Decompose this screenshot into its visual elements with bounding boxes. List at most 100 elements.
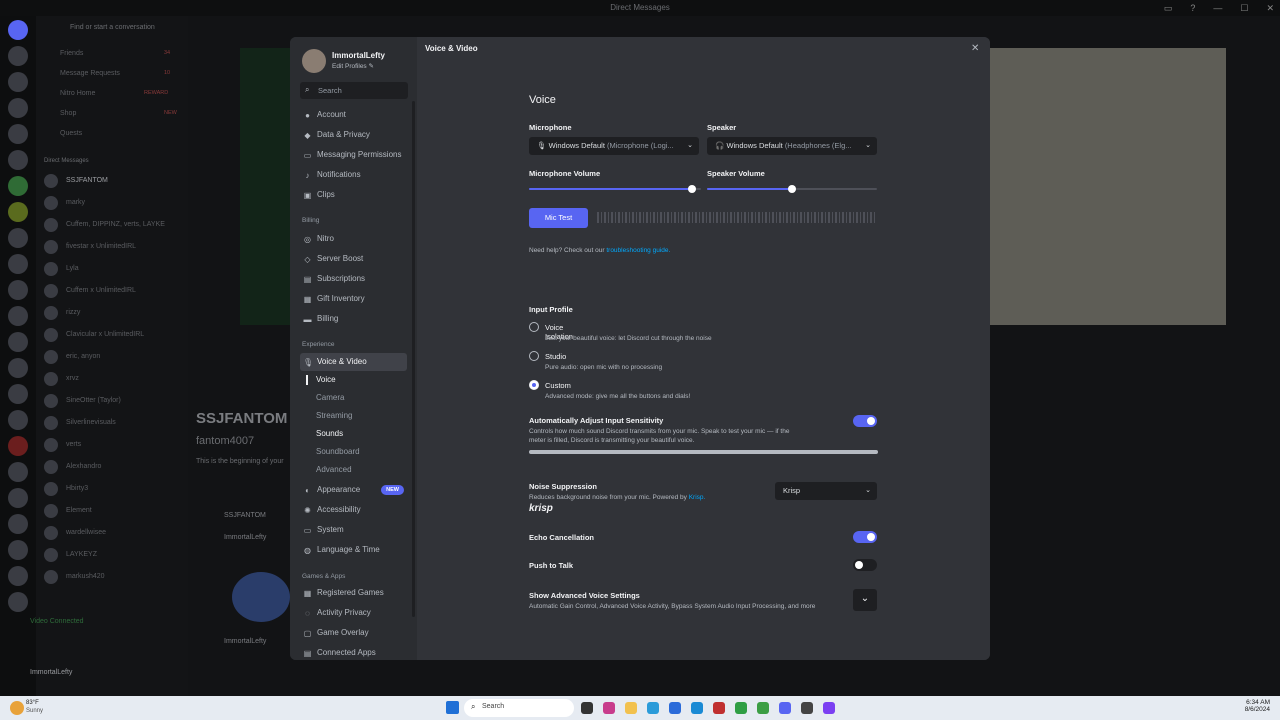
expand-advanced-button[interactable]: ⌄ xyxy=(853,589,877,611)
taskbar-search[interactable]: ⌕ Search xyxy=(464,699,574,717)
dm-list-item[interactable]: xrvz xyxy=(66,375,79,382)
sidebar-item-messaging-permissions[interactable]: ▭ Messaging Permissions xyxy=(302,146,408,164)
server-icon[interactable] xyxy=(8,98,28,118)
dm-list-item[interactable]: Silverlinevisuals xyxy=(66,419,116,426)
server-icon[interactable] xyxy=(8,176,28,196)
start-icon[interactable] xyxy=(446,701,459,714)
server-icon[interactable] xyxy=(8,228,28,248)
server-icon[interactable] xyxy=(8,124,28,144)
help-icon[interactable]: ? xyxy=(1190,0,1195,16)
dm-list-item[interactable]: LAYKEYZ xyxy=(66,551,97,558)
dm-list-item[interactable]: Alexhandro xyxy=(66,463,101,470)
speaker-select[interactable]: 🎧 Windows Default (Headphones (Elg... ⌄ xyxy=(707,137,877,155)
radio-voice-isolation[interactable] xyxy=(529,322,539,332)
speaker-volume-slider[interactable] xyxy=(707,185,877,193)
dm-nav-item[interactable]: Message Requests xyxy=(60,70,120,77)
dm-list-item[interactable]: rizzy xyxy=(66,309,80,316)
sidebar-sub-camera[interactable]: Camera xyxy=(316,391,344,405)
sidebar-item-clips[interactable]: ▣ Clips xyxy=(302,186,408,204)
push-to-talk-toggle[interactable] xyxy=(853,559,877,571)
sidebar-sub-streaming[interactable]: Streaming xyxy=(316,409,352,423)
sidebar-item-account[interactable]: ● Account xyxy=(302,106,408,124)
task-view-icon[interactable] xyxy=(581,702,593,714)
echo-cancellation-toggle[interactable] xyxy=(853,531,877,543)
radio-custom[interactable] xyxy=(529,380,539,390)
auto-sensitivity-toggle[interactable] xyxy=(853,415,877,427)
dm-list-item[interactable]: Clavicular x UnlimitedIRL xyxy=(66,331,144,338)
sidebar-item-notifications[interactable]: ♪ Notifications xyxy=(302,166,408,184)
close-window-icon[interactable]: ✕ xyxy=(1266,0,1274,16)
dm-list-item[interactable]: Hbirty3 xyxy=(66,485,88,492)
avatar[interactable] xyxy=(302,49,326,73)
server-icon[interactable] xyxy=(8,332,28,352)
dm-list-item[interactable]: wardellwisee xyxy=(66,529,106,536)
sidebar-item-gift-inventory[interactable]: ▦ Gift Inventory xyxy=(302,290,408,308)
microphone-select[interactable]: 🎙 Windows Default (Microphone (Logi... ⌄ xyxy=(529,137,699,155)
sidebar-sub-voice[interactable]: Voice xyxy=(316,373,336,387)
sidebar-item-nitro[interactable]: ◎ Nitro xyxy=(302,230,408,248)
server-icon[interactable] xyxy=(8,592,28,612)
app-icon[interactable] xyxy=(757,702,769,714)
sidebar-item-server-boost[interactable]: ◇ Server Boost xyxy=(302,250,408,268)
mic-volume-knob[interactable] xyxy=(688,185,697,193)
server-icon[interactable] xyxy=(8,150,28,170)
dm-list-item[interactable]: SineOtter (Taylor) xyxy=(66,397,121,404)
app-icon[interactable] xyxy=(691,702,703,714)
dm-list-item[interactable]: eric, anyon xyxy=(66,353,100,360)
troubleshooting-link[interactable]: troubleshooting guide. xyxy=(606,247,670,254)
server-icon[interactable] xyxy=(8,410,28,430)
dm-list-item[interactable]: SSJFANTOM xyxy=(66,177,108,184)
app-icon[interactable] xyxy=(669,702,681,714)
search-input[interactable]: ⌕ Search xyxy=(300,82,408,99)
server-icon[interactable] xyxy=(8,462,28,482)
dm-nav-item[interactable]: Friends xyxy=(60,50,83,57)
speaker-volume-knob[interactable] xyxy=(788,185,796,193)
sidebar-sub-sounds[interactable]: Sounds xyxy=(316,427,343,441)
dm-nav-item[interactable]: Shop xyxy=(60,110,76,117)
sidebar-item-game-overlay[interactable]: ▢ Game Overlay xyxy=(302,624,408,642)
sidebar-item-data-privacy[interactable]: ◆ Data & Privacy xyxy=(302,126,408,144)
server-icon[interactable] xyxy=(8,488,28,508)
krisp-link[interactable]: Krisp. xyxy=(689,494,706,501)
weather-icon[interactable] xyxy=(10,701,24,715)
dm-nav-item[interactable]: Nitro Home xyxy=(60,90,95,97)
sidebar-item-billing[interactable]: ▬ Billing xyxy=(302,310,408,328)
dm-list-item[interactable]: Cuffem, DIPPINZ, verts, LAYKE xyxy=(66,221,165,228)
server-icon[interactable] xyxy=(8,280,28,300)
server-icon[interactable] xyxy=(8,306,28,326)
dm-list-item[interactable]: markush420 xyxy=(66,573,105,580)
chrome-icon[interactable] xyxy=(735,702,747,714)
radio-studio[interactable] xyxy=(529,351,539,361)
dm-search[interactable]: Find or start a conversation xyxy=(70,24,155,31)
dm-list-item[interactable]: Lyla xyxy=(66,265,79,272)
mic-volume-slider[interactable] xyxy=(529,185,701,193)
minimize-icon[interactable]: — xyxy=(1213,0,1222,16)
home-icon[interactable] xyxy=(8,20,28,40)
inbox-icon[interactable]: ▭ xyxy=(1164,0,1173,16)
dm-nav-item[interactable]: Quests xyxy=(60,130,82,137)
server-icon[interactable] xyxy=(8,566,28,586)
maximize-icon[interactable]: ☐ xyxy=(1240,0,1248,16)
server-icon[interactable] xyxy=(8,202,28,222)
sidebar-item-activity-privacy[interactable]: ◌ Activity Privacy xyxy=(302,604,408,622)
sidebar-item-voice-video[interactable]: 🎙 Voice & Video xyxy=(300,353,407,371)
app-icon[interactable] xyxy=(801,702,813,714)
dm-list-item[interactable]: Element xyxy=(66,507,92,514)
server-icon[interactable] xyxy=(8,436,28,456)
app-icon[interactable] xyxy=(823,702,835,714)
user-name[interactable]: ImmortalLefty xyxy=(30,669,72,676)
server-icon[interactable] xyxy=(8,254,28,274)
sidebar-item-system[interactable]: ▭ System xyxy=(302,521,408,539)
noise-suppression-select[interactable]: Krisp ⌄ xyxy=(775,482,877,500)
server-icon[interactable] xyxy=(8,72,28,92)
sidebar-item-connected-apps[interactable]: ▤ Connected Apps xyxy=(302,644,408,660)
discord-icon[interactable] xyxy=(779,702,791,714)
server-icon[interactable] xyxy=(8,540,28,560)
server-icon[interactable] xyxy=(8,46,28,66)
sidebar-item-subscriptions[interactable]: ▤ Subscriptions xyxy=(302,270,408,288)
server-icon[interactable] xyxy=(8,384,28,404)
server-icon[interactable] xyxy=(8,358,28,378)
sidebar-sub-advanced[interactable]: Advanced xyxy=(316,463,352,477)
dm-list-item[interactable]: verts xyxy=(66,441,81,448)
mic-test-button[interactable]: Mic Test xyxy=(529,208,588,228)
